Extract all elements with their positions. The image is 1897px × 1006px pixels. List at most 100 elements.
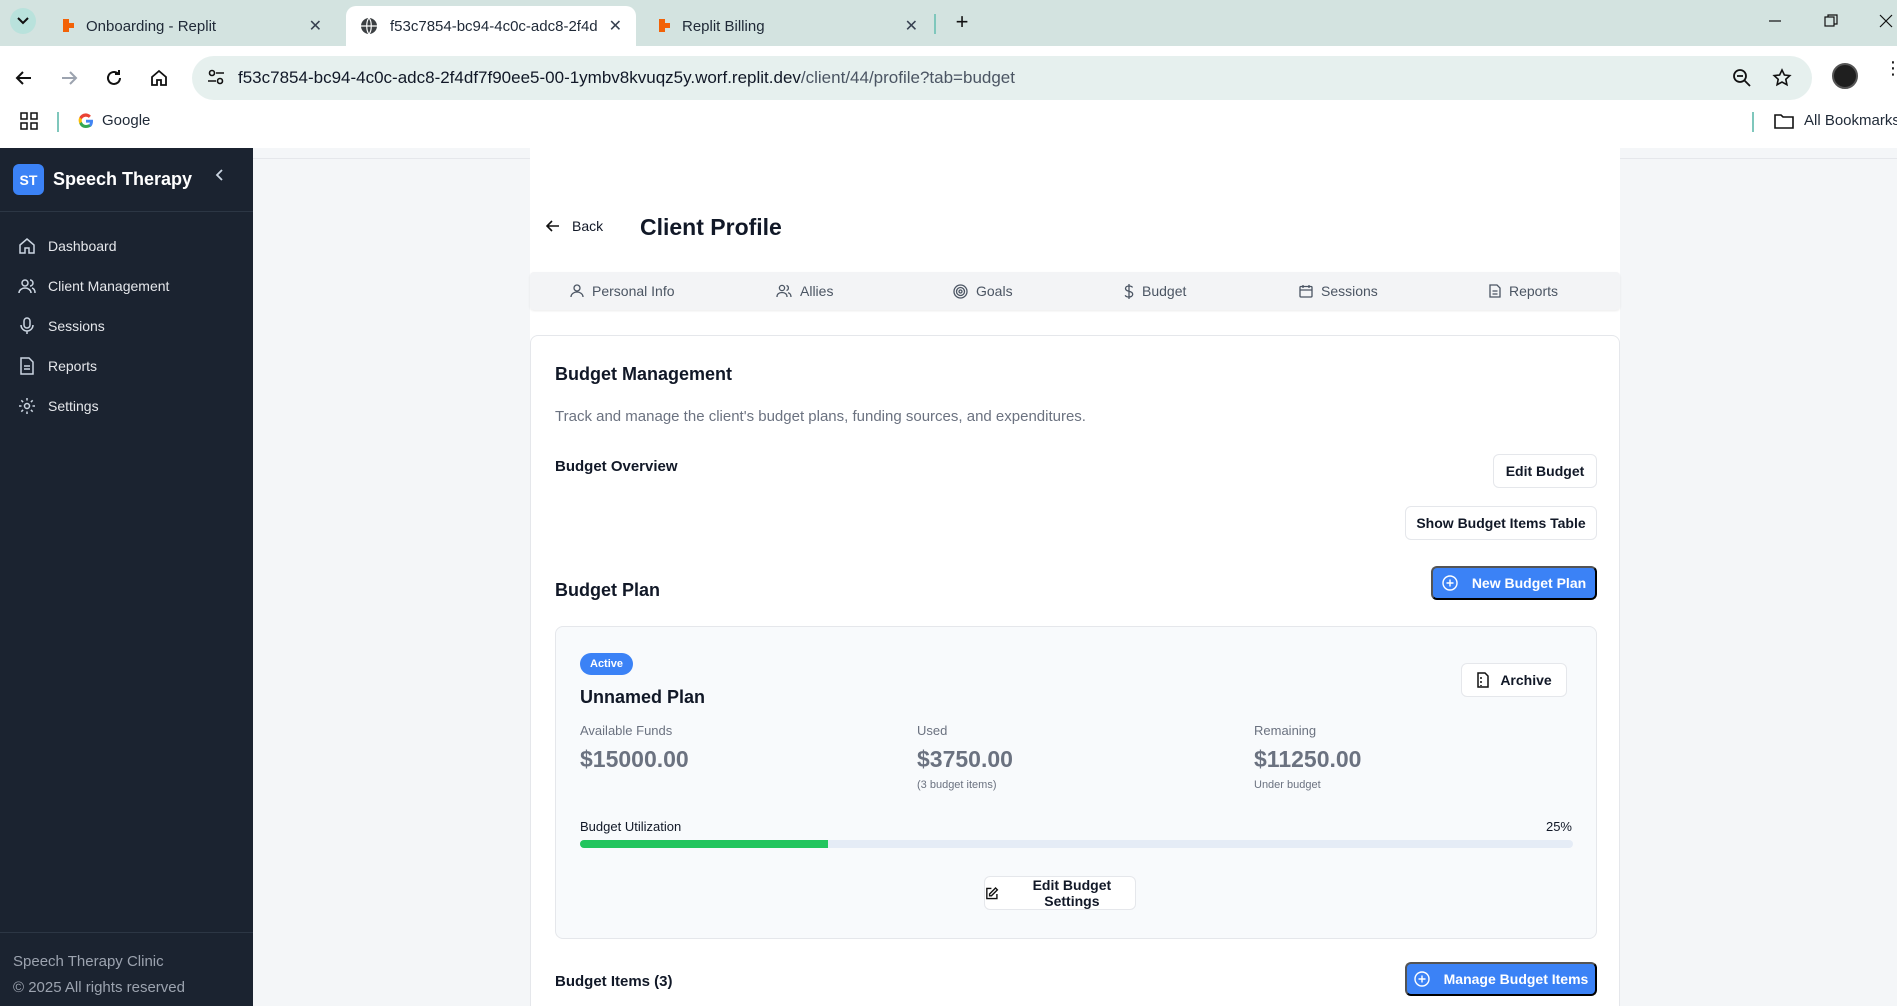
budget-overview-heading: Budget Overview <box>555 458 678 475</box>
tab-search-button[interactable] <box>10 8 36 34</box>
brand-logo: ST <box>13 164 44 195</box>
tab-sessions[interactable]: Sessions <box>1299 272 1378 310</box>
tab-label: Goals <box>976 283 1013 299</box>
tab-allies[interactable]: Allies <box>776 272 833 310</box>
site-settings-icon[interactable] <box>206 67 226 87</box>
browser-tab-active[interactable]: f53c7854-bc94-4c0c-adc8-2f4d ✕ <box>346 6 636 46</box>
content-column: Back Client Profile Personal Info Allies… <box>530 148 1620 1006</box>
google-icon <box>78 112 93 128</box>
mic-icon <box>20 317 34 334</box>
close-icon[interactable]: ✕ <box>309 16 322 36</box>
home-icon <box>151 69 167 86</box>
stat-used: Used $3750.00 (3 budget items) <box>917 723 1013 791</box>
sidebar-brand: ST Speech Therapy <box>0 148 253 212</box>
budget-plan-card: Active Unnamed Plan Archive Available Fu… <box>555 626 1597 939</box>
budget-plan-heading: Budget Plan <box>555 580 661 600</box>
forward-nav-button[interactable] <box>55 64 83 92</box>
back-button[interactable]: Back <box>546 218 603 234</box>
edit-budget-button[interactable]: Edit Budget <box>1493 454 1597 488</box>
browser-tab-bar: Onboarding - Replit ✕ f53c7854-bc94-4c0c… <box>0 0 1897 46</box>
replit-icon <box>659 19 670 32</box>
back-nav-button[interactable] <box>10 64 38 92</box>
sidebar-item-client-management[interactable]: Client Management <box>0 266 253 306</box>
plus-circle-icon <box>1413 971 1430 987</box>
tab-title: Onboarding - Replit <box>86 17 217 35</box>
all-bookmarks[interactable]: All Bookmarks <box>1774 112 1897 129</box>
star-icon[interactable] <box>1772 68 1792 88</box>
edit-icon <box>986 886 999 899</box>
edit-budget-settings-button[interactable]: Edit Budget Settings <box>984 876 1136 910</box>
bookmark-divider <box>1752 112 1754 132</box>
archive-button[interactable]: Archive <box>1461 663 1567 697</box>
globe-icon <box>361 17 377 35</box>
chevron-left-icon[interactable] <box>214 168 224 182</box>
url-path: /client/44/profile?tab=budget <box>800 68 1015 87</box>
main-area: Back Client Profile Personal Info Allies… <box>253 148 1897 1006</box>
status-badge: Active <box>580 653 634 675</box>
utilization-progress-fill <box>580 840 829 848</box>
browser-tab[interactable]: Replit Billing ✕ <box>642 6 932 46</box>
tab-goals[interactable]: Goals <box>953 272 1013 310</box>
browser-tab[interactable]: Onboarding - Replit ✕ <box>46 6 336 46</box>
reload-button[interactable] <box>100 64 128 92</box>
tab-personal-info[interactable]: Personal Info <box>570 272 675 310</box>
plus-circle-icon <box>1442 575 1458 591</box>
close-icon[interactable]: ✕ <box>905 16 918 36</box>
stat-label: Available Funds <box>580 723 673 738</box>
brand-name: Speech Therapy <box>53 169 193 189</box>
sidebar-item-reports[interactable]: Reports <box>0 346 253 386</box>
sidebar-item-label: Client Management <box>48 278 170 294</box>
home-button[interactable] <box>145 64 173 92</box>
tab-budget[interactable]: Budget <box>1124 272 1186 310</box>
new-budget-plan-button[interactable]: New Budget Plan <box>1431 566 1597 600</box>
sidebar-item-label: Settings <box>48 398 99 414</box>
profile-avatar[interactable] <box>1832 63 1858 89</box>
zoom-icon[interactable] <box>1732 68 1752 88</box>
sidebar-footer: Speech Therapy Clinic © 2025 All rights … <box>0 932 253 1001</box>
sidebar-item-settings[interactable]: Settings <box>0 386 253 426</box>
all-bookmarks-label: All Bookmarks <box>1804 112 1897 129</box>
bookmark-google[interactable]: Google <box>78 112 150 129</box>
edit-budget-settings-label: Edit Budget Settings <box>1032 877 1112 909</box>
budget-management-card: Budget Management Track and manage the c… <box>530 335 1620 1006</box>
sidebar: ST Speech Therapy Dashboard Client Manag… <box>0 148 253 1006</box>
sidebar-item-sessions[interactable]: Sessions <box>0 306 253 346</box>
tab-reports[interactable]: Reports <box>1489 272 1558 310</box>
url-host: f53c7854-bc94-4c0c-adc8-2f4df7f90ee5-00-… <box>238 68 801 87</box>
minimize-icon[interactable] <box>1768 14 1782 28</box>
manage-budget-items-button[interactable]: Manage Budget Items <box>1405 962 1597 996</box>
arrow-left-icon <box>15 71 31 85</box>
reload-icon <box>107 70 121 85</box>
plan-name: Unnamed Plan <box>580 687 706 707</box>
utilization-progress-bar <box>580 840 1573 848</box>
apps-grid-icon[interactable] <box>20 112 38 130</box>
dollar-icon <box>1124 283 1134 299</box>
back-label: Back <box>572 218 604 234</box>
address-bar[interactable]: f53c7854-bc94-4c0c-adc8-2f4df7f90ee5-00-… <box>192 56 1812 100</box>
footer-copyright: © 2025 All rights reserved <box>13 979 185 996</box>
stat-value: $15000.00 <box>580 746 689 772</box>
browser-toolbar: f53c7854-bc94-4c0c-adc8-2f4df7f90ee5-00-… <box>0 46 1897 152</box>
sidebar-item-label: Dashboard <box>48 238 117 254</box>
archive-icon <box>1477 672 1490 688</box>
sidebar-nav: Dashboard Client Management Sessions Rep… <box>0 226 253 426</box>
page-title: Client Profile <box>640 214 782 240</box>
home-icon <box>19 238 35 254</box>
new-tab-button[interactable]: + <box>948 8 976 36</box>
restore-icon[interactable] <box>1824 14 1838 28</box>
new-budget-plan-label: New Budget Plan <box>1471 575 1587 591</box>
profile-tabs: Personal Info Allies Goals Budget Sessio… <box>530 272 1620 310</box>
budget-items-heading: Budget Items (3) <box>555 973 673 990</box>
file-icon <box>1489 284 1501 298</box>
stat-value: $3750.00 <box>917 746 1013 772</box>
close-icon[interactable]: ✕ <box>609 16 622 36</box>
more-menu-icon[interactable]: ⋮ <box>1884 59 1897 77</box>
sidebar-item-label: Reports <box>48 358 98 374</box>
window-close-icon[interactable] <box>1879 14 1893 28</box>
tab-label: Budget <box>1142 283 1187 299</box>
show-budget-items-table-button[interactable]: Show Budget Items Table <box>1405 506 1597 540</box>
users-icon <box>18 279 36 294</box>
app-root: ST Speech Therapy Dashboard Client Manag… <box>0 148 1897 1006</box>
stat-subtext: Under budget <box>1254 779 1321 791</box>
sidebar-item-dashboard[interactable]: Dashboard <box>0 226 253 266</box>
